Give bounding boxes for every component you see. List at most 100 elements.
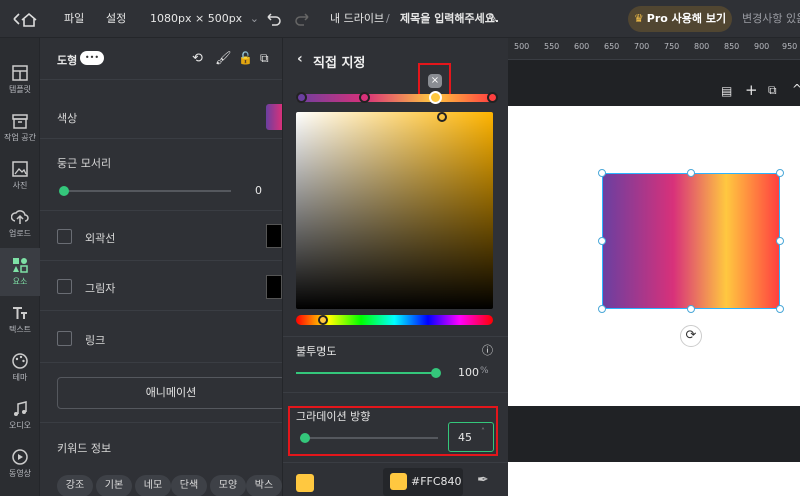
resize-handle[interactable] [687,169,695,177]
nav-elements[interactable]: 요소 [0,248,40,296]
nav-video[interactable]: 동영상 [0,440,40,488]
audio-icon [14,401,27,416]
redo-button[interactable] [292,0,312,38]
eyedropper-icon[interactable]: ✒ [477,472,489,488]
opacity-knob[interactable] [431,368,441,378]
picker-title: 직접 지정 [313,56,366,71]
corner-radius-knob[interactable] [59,186,69,196]
keyword-chip[interactable]: 단색 [171,475,207,496]
keyword-chip[interactable]: 모양 [210,475,246,496]
highlight-box [288,406,498,456]
duplicate-page-icon[interactable]: ⧉ [768,83,777,98]
outline-checkbox[interactable] [57,229,72,244]
keyword-chip[interactable]: 네모 [135,475,171,496]
undo-button[interactable] [264,0,284,38]
paint-format-icon[interactable]: 🖌 [215,51,232,66]
animation-button[interactable]: 애니메이션 [57,377,285,409]
nav-label: 업로드 [8,229,32,238]
info-icon[interactable]: ⓘ [482,342,493,358]
shadow-color-swatch[interactable] [266,275,282,299]
corner-radius-label: 둥근 모서리 [57,157,112,170]
hex-input[interactable]: #FFC840 [383,468,463,496]
resize-handle[interactable] [776,169,784,177]
nav-theme[interactable]: 테마 [0,344,40,392]
pencil-icon[interactable]: ✎ [488,0,497,38]
hex-value: #FFC840 [411,475,462,488]
top-bar: 파일 설정 1080px × 500px ⌄ 내 드라이브 / 제목을 입력해주… [0,0,800,38]
more-options-button[interactable]: ••• [80,51,104,65]
divider [40,310,282,311]
photo-icon [12,161,28,177]
gradient-stop[interactable] [296,92,307,103]
gradient-stop[interactable] [359,92,370,103]
rotate-icon[interactable]: ⟳ [680,325,702,347]
hex-swatch [390,473,407,490]
pro-button-label: Pro 사용해 보기 [646,12,727,25]
ruler-tick: 950 [782,42,798,51]
pro-trial-button[interactable]: ♛ Pro 사용해 보기 [628,6,732,32]
ruler-tick: 600 [574,42,590,51]
ruler-tick: 500 [514,42,530,51]
resize-handle[interactable] [776,237,784,245]
corner-radius-track[interactable] [63,190,231,192]
divider [283,336,509,337]
menu-settings[interactable]: 설정 [106,0,126,38]
divider [283,392,509,393]
redo-icon [295,13,309,26]
flip-icon[interactable]: ⟲ [192,51,203,66]
next-page[interactable] [508,462,800,496]
nav-audio[interactable]: 오디오 [0,392,40,440]
ruler-tick: 550 [544,42,560,51]
document-title[interactable]: 제목을 입력해주세요. [400,0,499,38]
ruler-tick: 800 [694,42,710,51]
back-icon[interactable]: ‹ [297,51,303,67]
outline-color-swatch[interactable] [266,224,282,248]
home-button[interactable] [8,0,38,38]
page-note-icon[interactable]: ▤ [721,84,732,98]
nav-template[interactable]: 템플릿 [0,56,40,104]
opacity-fill [296,372,436,374]
keyword-chip[interactable]: 강조 [57,475,93,496]
current-color-swatch[interactable] [296,474,314,492]
lock-icon[interactable]: 🔓 [238,51,253,65]
resize-handle[interactable] [776,305,784,313]
properties-header: 도형 ••• ⟲ 🖌 🔓 ⧉ [40,38,282,80]
breadcrumb-drive[interactable]: 내 드라이브 [330,0,384,38]
copy-icon[interactable]: ⧉ [260,51,269,66]
nav-photo[interactable]: 사진 [0,152,40,200]
ruler-tick: 700 [634,42,650,51]
shadow-checkbox[interactable] [57,279,72,294]
properties-panel: 도형 ••• ⟲ 🖌 🔓 ⧉ 색상 둥근 모서리 0 외곽선 그림자 링크 애니… [40,38,285,496]
color-picker-panel: ‹ 직접 지정 × 불투명도 ⓘ 100 % 그라데이션 방향 45 ˄ #FF… [282,38,509,496]
add-page-icon[interactable]: + [745,81,758,99]
ruler-tick: 900 [754,42,770,51]
upload-icon [11,210,29,224]
shadow-label: 그림자 [85,282,116,295]
video-icon [12,449,28,465]
gradient-stop-selected[interactable] [429,91,442,104]
nav-upload[interactable]: 업로드 [0,200,40,248]
selected-gradient-rectangle[interactable] [602,173,780,309]
resize-handle[interactable] [598,237,606,245]
keyword-chip[interactable]: 기본 [96,475,132,496]
gradient-stop[interactable] [487,92,498,103]
keyword-chip[interactable]: 박스 [246,475,282,496]
resize-handle[interactable] [687,305,695,313]
link-checkbox[interactable] [57,331,72,346]
canvas-size-dropdown[interactable]: 1080px × 500px ⌄ [150,0,259,38]
nav-text[interactable]: 텍스트 [0,296,40,344]
opacity-value[interactable]: 100 [458,366,479,379]
hue-knob[interactable] [318,315,328,325]
animation-button-label: 애니메이션 [145,386,197,399]
gradient-bar[interactable] [296,94,492,102]
menu-file[interactable]: 파일 [64,0,84,38]
saturation-value-box[interactable] [296,112,493,309]
nav-label: 테마 [12,373,28,382]
nav-workspace[interactable]: 작업 공간 [0,104,40,152]
resize-handle[interactable] [598,169,606,177]
resize-handle[interactable] [598,305,606,313]
sv-cursor[interactable] [437,112,447,122]
divider [40,362,282,363]
color-swatch[interactable] [266,104,282,130]
move-up-icon[interactable]: ^ [792,82,800,96]
